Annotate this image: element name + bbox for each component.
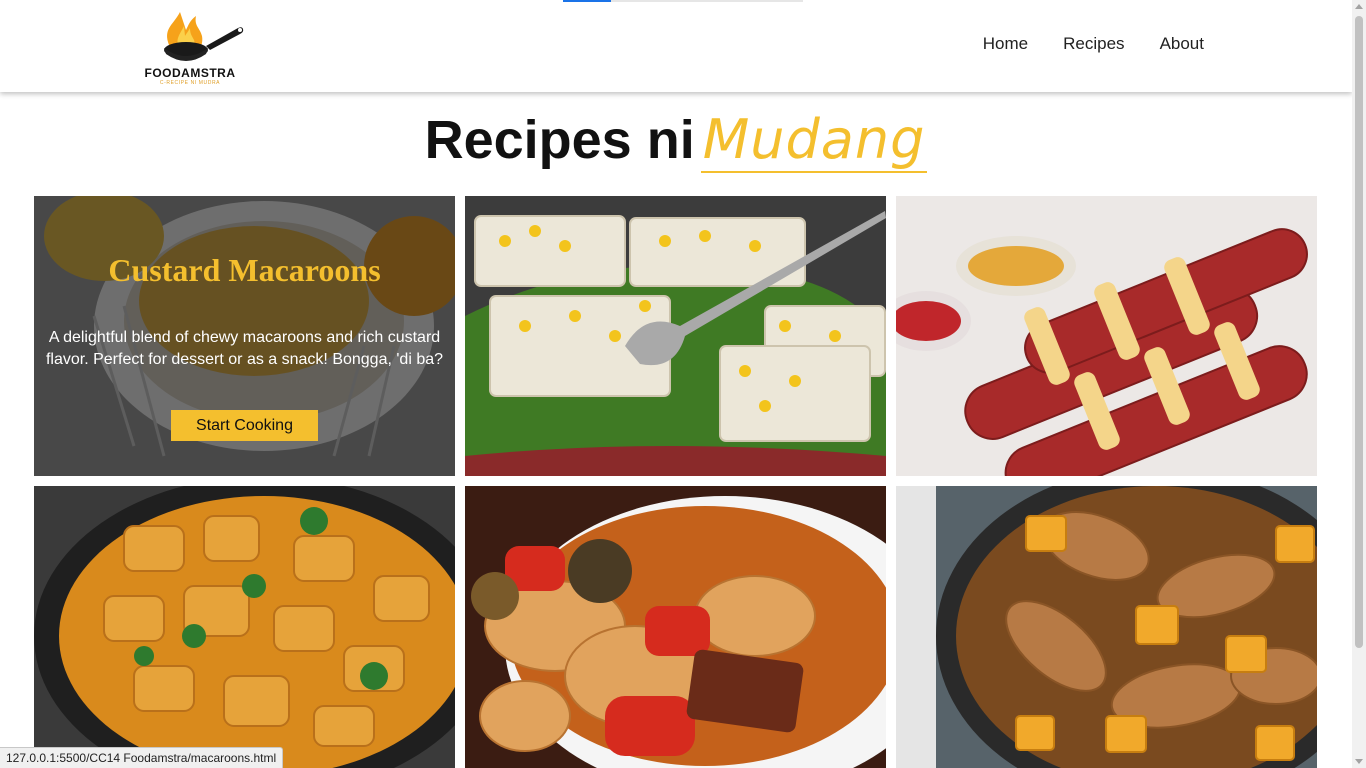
nav-item-home[interactable]: Home bbox=[983, 34, 1028, 54]
page-load-progress-fill bbox=[563, 0, 611, 2]
scroll-down-arrow-icon[interactable] bbox=[1355, 759, 1363, 764]
featured-recipe-description: A delightful blend of chewy macaroons an… bbox=[45, 329, 444, 368]
page-title: Recipes ni Mudang bbox=[0, 108, 1352, 173]
chicken-stew-photo bbox=[465, 486, 886, 768]
featured-recipe-title: Custard Macaroons bbox=[108, 252, 381, 288]
vertical-scrollbar[interactable] bbox=[1352, 0, 1366, 768]
maja-blanca-photo bbox=[465, 196, 886, 476]
brand-name: FOODAMSTRA bbox=[144, 66, 236, 80]
recipe-card-maja-blanca[interactable] bbox=[465, 196, 886, 476]
recipe-card-chicken-stew[interactable] bbox=[465, 486, 886, 768]
chicken-adobo-photo bbox=[896, 486, 1317, 768]
recipe-card-chicken-curry[interactable] bbox=[34, 486, 455, 768]
brand-logo[interactable]: FOODAMSTRA C-RECIPE NI MUDRA bbox=[134, 6, 246, 86]
page-title-main: Recipes ni bbox=[424, 110, 695, 170]
recipe-card-custard-macaroons[interactable]: Custard Macaroons A delightful blend of … bbox=[34, 196, 455, 476]
scrollbar-thumb[interactable] bbox=[1355, 16, 1363, 648]
start-cooking-button[interactable]: Start Cooking bbox=[171, 410, 318, 441]
page-title-accent: Mudang bbox=[700, 108, 928, 173]
recipe-card-chicken-adobo[interactable] bbox=[896, 486, 1317, 768]
page-load-progress bbox=[563, 0, 803, 2]
main-nav: Home Recipes About bbox=[983, 34, 1204, 54]
flaming-pan-icon bbox=[164, 12, 244, 61]
nav-item-recipes[interactable]: Recipes bbox=[1063, 34, 1124, 54]
hotdog-skewers-photo bbox=[896, 196, 1317, 476]
link-status-bar: 127.0.0.1:5500/CC14 Foodamstra/macaroons… bbox=[0, 747, 284, 768]
site-header: FOODAMSTRA C-RECIPE NI MUDRA Home Recipe… bbox=[0, 0, 1352, 92]
scroll-up-arrow-icon[interactable] bbox=[1355, 4, 1363, 9]
chicken-curry-photo bbox=[34, 486, 455, 768]
nav-item-about[interactable]: About bbox=[1160, 34, 1204, 54]
recipe-card-hotdog-skewers[interactable] bbox=[896, 196, 1317, 476]
brand-tagline: C-RECIPE NI MUDRA bbox=[159, 80, 221, 86]
